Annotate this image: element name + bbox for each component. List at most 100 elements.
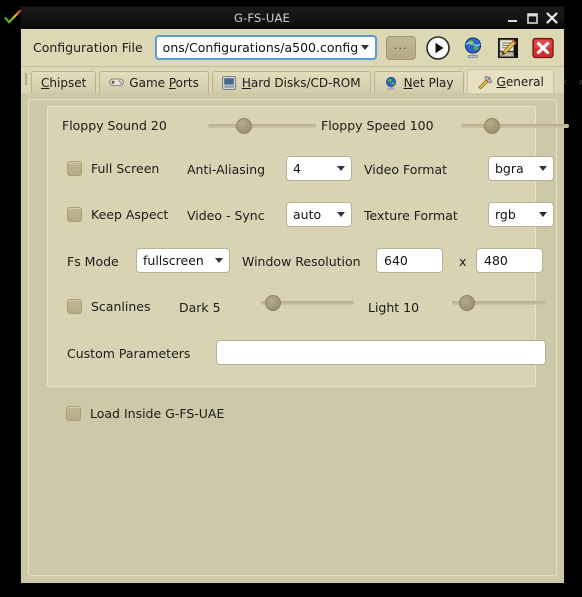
floppy-sound-slider[interactable] (208, 118, 316, 134)
panel-frame: Floppy Sound 20 Floppy Speed 100 Full Sc… (28, 99, 569, 576)
window-width-input[interactable]: 640 (376, 248, 443, 273)
tab-navigation: ‹ › (557, 75, 582, 93)
video-format-dropdown[interactable]: bgra (488, 156, 554, 181)
tab-chipset[interactable]: Chipset (31, 71, 97, 93)
texture-format-label: Texture Format (364, 208, 458, 223)
slider-track (208, 124, 316, 128)
load-inside-checkbox[interactable]: Load Inside G-FS-UAE (66, 406, 224, 421)
checkbox-box[interactable] (66, 406, 81, 421)
window-resolution-label: Window Resolution (242, 254, 361, 269)
scanlines-label: Scanlines (91, 299, 151, 314)
fs-mode-row: Fs Mode (67, 254, 119, 269)
checkbox-box[interactable] (67, 207, 82, 222)
tab-chipset-label: Chipset (41, 75, 87, 90)
video-format-row: Video Format (364, 162, 447, 177)
close-red-x-icon[interactable] (530, 35, 556, 61)
tab-net-play-label: Net Play (403, 75, 454, 90)
full-screen-checkbox[interactable]: Full Screen (67, 161, 159, 176)
anti-aliasing-dropdown[interactable]: 4 (286, 156, 352, 181)
tools-icon (477, 75, 492, 89)
window-resolution-row: Window Resolution (242, 254, 361, 269)
anti-aliasing-label: Anti-Aliasing (187, 162, 266, 177)
dark-label: Dark 5 (179, 300, 221, 315)
fs-mode-label: Fs Mode (67, 254, 119, 269)
floppy-speed-slider[interactable] (461, 118, 569, 134)
tab-prev-button[interactable]: ‹ (563, 75, 568, 90)
floppy-sound-label: Floppy Sound 20 (62, 118, 167, 133)
window-height-input[interactable]: 480 (476, 248, 543, 273)
general-panel: Floppy Sound 20 Floppy Speed 100 Full Sc… (31, 102, 569, 573)
rainbow-check-icon (2, 9, 24, 27)
slider-knob[interactable] (483, 118, 500, 134)
slider-knob[interactable] (459, 295, 476, 311)
keep-aspect-checkbox[interactable]: Keep Aspect (67, 207, 168, 222)
chevron-down-icon (360, 45, 369, 50)
checkbox-box[interactable] (67, 299, 82, 314)
light-label: Light 10 (368, 300, 420, 315)
tab-hard-disks-label: Hard Disks/CD-ROM (241, 75, 361, 90)
custom-parameters-input[interactable] (216, 340, 546, 365)
video-sync-dropdown[interactable]: auto (286, 202, 352, 227)
tab-game-ports[interactable]: Game Ports (99, 71, 209, 93)
minimize-button[interactable] (504, 11, 520, 25)
checkbox-box[interactable] (67, 161, 82, 176)
tab-net-play[interactable]: Net Play (373, 71, 464, 93)
content-area: Floppy Sound 20 Floppy Speed 100 Full Sc… (21, 93, 569, 583)
chevron-down-icon (337, 212, 345, 217)
fs-mode-dropdown[interactable]: fullscreen (136, 248, 230, 273)
floppy-sound-row: Floppy Sound 20 (62, 118, 167, 133)
toolbar: Configuration File ons/Configurations/a5… (21, 29, 564, 67)
chevron-down-icon (539, 166, 547, 171)
close-button[interactable] (544, 11, 560, 25)
slider-track (461, 124, 569, 128)
texture-format-dropdown[interactable]: rgb (488, 202, 554, 227)
full-screen-label: Full Screen (91, 161, 160, 176)
window-title: G-FS-UAE (233, 11, 291, 25)
harddisk-icon (222, 75, 237, 90)
gamepad-icon (109, 76, 125, 90)
light-slider[interactable] (452, 295, 545, 311)
title-bar: G-FS-UAE (4, 7, 564, 29)
chevron-down-icon (539, 212, 547, 217)
tab-next-button[interactable]: › (578, 75, 582, 90)
light-row: Light 10 (368, 300, 419, 315)
tab-game-ports-label: Game Ports (129, 75, 199, 90)
chevron-down-icon (215, 258, 223, 263)
custom-parameters-value[interactable] (216, 340, 546, 365)
edit-document-icon[interactable] (495, 35, 521, 61)
application-window: G-FS-UAE Configuration File ons/Configur… (4, 6, 582, 584)
floppy-speed-label: Floppy Speed 100 (321, 118, 434, 133)
keep-aspect-label: Keep Aspect (91, 207, 169, 222)
play-icon[interactable] (425, 35, 451, 61)
maximize-button[interactable] (524, 11, 540, 25)
tab-general-label: General (496, 74, 544, 89)
fs-mode-value: fullscreen (143, 253, 204, 268)
general-settings-group: Floppy Sound 20 Floppy Speed 100 Full Sc… (47, 106, 569, 387)
resolution-separator-label: x (459, 254, 467, 269)
slider-knob[interactable] (264, 295, 281, 311)
tab-hard-disks[interactable]: Hard Disks/CD-ROM (211, 71, 371, 93)
resolution-separator: x (459, 254, 466, 269)
dark-slider[interactable] (261, 295, 354, 311)
window-height-value[interactable]: 480 (476, 248, 543, 273)
custom-parameters-label: Custom Parameters (67, 346, 191, 361)
dark-row: Dark 5 (179, 300, 221, 315)
globe-icon (384, 76, 399, 90)
chevron-down-icon (337, 166, 345, 171)
globe-icon[interactable] (460, 35, 486, 61)
browse-button[interactable]: ... (385, 35, 416, 60)
window-width-value[interactable]: 640 (376, 248, 443, 273)
texture-format-row: Texture Format (364, 208, 458, 223)
configuration-file-combobox[interactable]: ons/Configurations/a500.config (154, 35, 377, 60)
video-sync-row: Video - Sync (187, 208, 265, 223)
configuration-file-value: ons/Configurations/a500.config (162, 40, 357, 55)
configuration-file-label: Configuration File (33, 40, 143, 55)
slider-knob[interactable] (236, 118, 253, 134)
scanlines-checkbox[interactable]: Scanlines (67, 299, 150, 314)
tab-bar: Chipset Game Ports Hard Disks/CD-ROM Net… (21, 67, 582, 93)
custom-parameters-row: Custom Parameters (67, 346, 190, 361)
video-format-value: bgra (495, 161, 524, 176)
tab-scroll-indicator (25, 73, 27, 85)
load-inside-label: Load Inside G-FS-UAE (90, 406, 225, 421)
tab-general[interactable]: General (466, 69, 554, 93)
